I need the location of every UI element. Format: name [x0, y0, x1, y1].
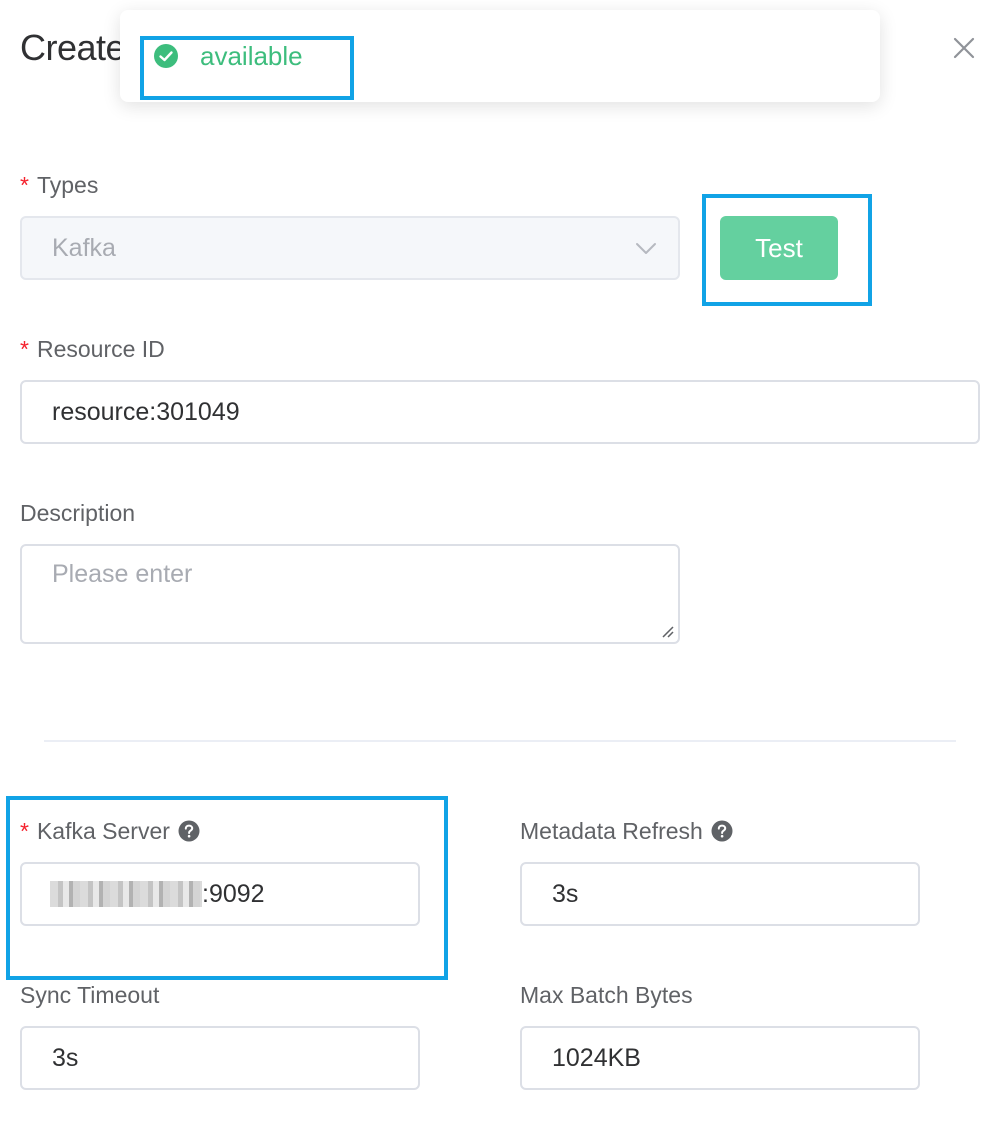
resource-id-value: resource:301049: [52, 397, 240, 426]
types-select[interactable]: Kafka: [20, 216, 680, 280]
types-label: * Types: [20, 170, 98, 200]
max-batch-bytes-input[interactable]: 1024KB: [520, 1026, 920, 1090]
metadata-refresh-label-text: Metadata Refresh: [520, 818, 703, 844]
kafka-server-label-text: Kafka Server: [36, 818, 170, 844]
dialog-title: Create: [20, 27, 126, 68]
required-marker: *: [20, 336, 29, 362]
close-icon[interactable]: [952, 36, 976, 60]
sync-timeout-input[interactable]: 3s: [20, 1026, 420, 1090]
max-batch-bytes-value: 1024KB: [552, 1043, 641, 1072]
metadata-refresh-value: 3s: [552, 879, 579, 908]
sync-timeout-label: Sync Timeout: [20, 982, 160, 1008]
section-divider: [44, 740, 956, 742]
kafka-server-label: * Kafka Server: [20, 816, 200, 846]
kafka-server-input[interactable]: :9092: [20, 862, 420, 926]
max-batch-bytes-label: Max Batch Bytes: [520, 982, 693, 1008]
metadata-refresh-input[interactable]: 3s: [520, 862, 920, 926]
required-marker: *: [20, 172, 29, 198]
kafka-server-port: :9092: [202, 879, 265, 908]
question-circle-icon[interactable]: [711, 820, 733, 842]
sync-timeout-value: 3s: [52, 1043, 79, 1072]
test-button[interactable]: Test: [720, 216, 838, 280]
resource-id-label-text: Resource ID: [36, 336, 165, 362]
chevron-down-icon: [636, 243, 656, 254]
description-textarea[interactable]: Please enter: [20, 544, 680, 644]
description-placeholder: Please enter: [52, 560, 193, 588]
types-label-text: Types: [36, 172, 99, 198]
redacted-host: [50, 881, 202, 907]
create-resource-dialog: Create available * Types Kafka Test * Reso…: [0, 0, 1000, 1144]
resize-handle-icon[interactable]: [660, 624, 674, 638]
required-marker: *: [20, 818, 29, 844]
check-circle-icon: [154, 44, 178, 68]
toast-message: available: [200, 41, 303, 71]
metadata-refresh-label: Metadata Refresh: [520, 816, 733, 846]
types-select-value: Kafka: [52, 233, 116, 262]
question-circle-icon[interactable]: [178, 820, 200, 842]
description-label: Description: [20, 500, 136, 526]
resource-id-label: * Resource ID: [20, 334, 165, 364]
resource-id-input[interactable]: resource:301049: [20, 380, 980, 444]
